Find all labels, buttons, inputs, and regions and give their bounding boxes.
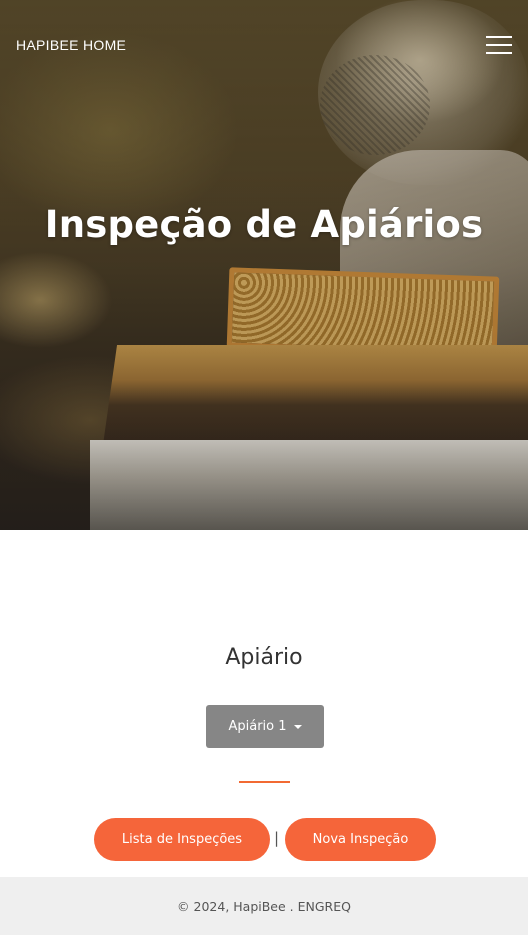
footer: © 2024, HapiBee . ENGREQ	[0, 877, 528, 935]
hero-image-overlay	[0, 0, 528, 530]
footer-copyright: © 2024, HapiBee . ENGREQ	[177, 898, 351, 914]
hero-banner: HAPIBEE HOME Inspeção de Apiários	[0, 0, 528, 530]
menu-line	[486, 36, 512, 38]
action-separator: |	[274, 829, 280, 847]
menu-line	[486, 52, 512, 54]
page-title: Inspeção de Apiários	[44, 203, 484, 246]
new-inspection-button[interactable]: Nova Inspeção	[285, 818, 436, 861]
inspection-list-button[interactable]: Lista de Inspeções	[94, 818, 270, 861]
hamburger-menu-icon[interactable]	[486, 34, 512, 56]
menu-line	[486, 44, 512, 46]
section-title: Apiário	[225, 645, 303, 670]
dropdown-selected-label: Apiário 1	[228, 719, 287, 734]
caret-down-icon	[293, 725, 302, 729]
brand-home-link[interactable]: HAPIBEE HOME	[16, 37, 126, 53]
apiary-dropdown-button[interactable]: Apiário 1	[206, 705, 324, 748]
accent-divider	[239, 781, 290, 783]
